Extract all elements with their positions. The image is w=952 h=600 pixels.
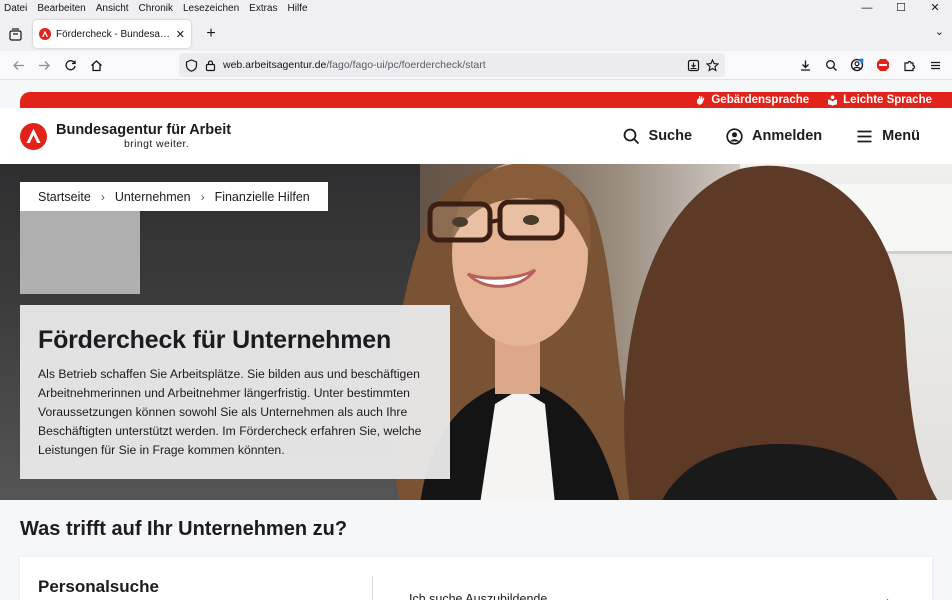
accessibility-bar: Gebärdensprache Leichte Sprache	[20, 92, 952, 108]
section-title: Was trifft auf Ihr Unternehmen zu?	[20, 518, 348, 540]
list-all-tabs-button[interactable]: ⌄	[935, 25, 944, 38]
tab-close-button[interactable]: ✕	[176, 28, 185, 41]
adblock-button[interactable]	[872, 52, 894, 78]
home-icon	[90, 59, 102, 71]
bookmark-star-icon[interactable]	[706, 58, 719, 72]
sign-language-link[interactable]: Gebärdensprache	[695, 94, 809, 106]
zoom-search-button[interactable]	[820, 52, 842, 78]
breadcrumb-item-unternehmen[interactable]: Unternehmen	[115, 190, 191, 204]
reload-icon	[64, 59, 76, 70]
maximize-button[interactable]: ☐	[884, 0, 918, 17]
menu-ansicht[interactable]: Ansicht	[91, 0, 134, 17]
logo-text[interactable]: Bundesagentur für Arbeit bringt weiter.	[56, 122, 231, 150]
account-button[interactable]	[846, 52, 868, 78]
site-header: Bundesagentur für Arbeit bringt weiter. …	[0, 108, 952, 164]
url-host: web.arbeitsagentur.de	[223, 59, 327, 71]
new-tab-button[interactable]: +	[201, 25, 221, 43]
menu-bearbeiten[interactable]: Bearbeiten	[32, 0, 90, 17]
menu-icon	[857, 130, 872, 142]
menu-datei[interactable]: Datei	[0, 0, 32, 17]
page-title: Fördercheck für Unternehmen	[38, 326, 392, 354]
url-text: web.arbeitsagentur.de/fago/fago-ui/pc/fo…	[223, 59, 486, 71]
breadcrumb-separator-icon: ›	[100, 189, 105, 204]
menu-bar: Datei Bearbeiten Ansicht Chronik Lesezei…	[0, 0, 952, 17]
breadcrumb-separator-icon: ›	[200, 189, 205, 204]
breadcrumb-item-finanzielle-hilfen[interactable]: Finanzielle Hilfen	[215, 190, 310, 204]
app-menu-button[interactable]	[924, 52, 946, 78]
magnifier-icon	[825, 59, 837, 71]
menu-extras[interactable]: Extras	[244, 0, 282, 17]
extensions-button[interactable]	[898, 52, 920, 78]
search-button[interactable]: Suche	[623, 128, 693, 145]
toolbar-right	[794, 52, 946, 78]
shield-icon[interactable]	[185, 58, 198, 72]
tab-bar: Fördercheck - Bundesagentur für Arbeit ✕…	[0, 17, 952, 51]
home-button[interactable]	[83, 52, 109, 78]
easy-language-icon	[828, 94, 838, 106]
adblock-plus-icon	[877, 59, 889, 71]
easy-language-label: Leichte Sprache	[843, 94, 932, 106]
download-icon	[800, 60, 810, 71]
search-label: Suche	[648, 128, 693, 144]
puzzle-icon	[903, 60, 915, 71]
search-icon	[623, 128, 639, 144]
login-label: Anmelden	[752, 128, 823, 144]
card-title: Personalsuche	[38, 577, 159, 596]
breadcrumb-item-startseite[interactable]: Startseite	[38, 190, 91, 204]
hero-section: Startseite › Unternehmen › Finanzielle H…	[0, 164, 952, 500]
login-button[interactable]: Anmelden	[726, 127, 823, 145]
tab-title: Fördercheck - Bundesagentur für Arbeit	[56, 28, 172, 40]
navigation-bar: web.arbeitsagentur.de/fago/fago-ui/pc/fo…	[0, 51, 952, 80]
tab-list-icon	[8, 27, 22, 41]
arrow-right-icon[interactable]: →	[878, 590, 892, 600]
minimize-button[interactable]: —	[850, 0, 884, 17]
back-button[interactable]	[5, 52, 31, 78]
downloads-button[interactable]	[794, 52, 816, 78]
reader-download-icon[interactable]	[687, 59, 700, 72]
forward-button[interactable]	[31, 52, 57, 78]
url-path: /fago/fago-ui/pc/foerdercheck/start	[326, 59, 486, 71]
category-card-personalsuche: Personalsuche Ich suche Auszubildende →	[20, 557, 932, 600]
card-divider	[372, 576, 373, 600]
ba-logo-icon[interactable]	[20, 122, 47, 150]
ba-favicon-icon	[39, 28, 51, 40]
sign-language-label: Gebärdensprache	[711, 94, 810, 106]
arrow-right-icon	[38, 60, 50, 70]
hero-card: Fördercheck für Unternehmen Als Betrieb …	[20, 305, 450, 479]
menu-label: Menü	[882, 128, 920, 144]
easy-language-link[interactable]: Leichte Sprache	[827, 94, 932, 106]
logo-title: Bundesagentur für Arbeit	[56, 122, 232, 138]
account-icon	[850, 58, 864, 72]
logo-subtitle: bringt weiter.	[124, 138, 190, 150]
window-controls: — ☐ ✕	[850, 0, 952, 17]
option-auszubildende[interactable]: Ich suche Auszubildende	[409, 592, 547, 600]
breadcrumb: Startseite › Unternehmen › Finanzielle H…	[20, 182, 328, 211]
url-bar[interactable]: web.arbeitsagentur.de/fago/fago-ui/pc/fo…	[179, 53, 725, 77]
user-icon	[726, 127, 743, 145]
web-page: Gebärdensprache Leichte Sprache Bundesag…	[0, 80, 952, 600]
tab-list-button[interactable]	[1, 20, 29, 48]
menu-lesezeichen[interactable]: Lesezeichen	[178, 0, 244, 17]
close-window-button[interactable]: ✕	[918, 0, 952, 17]
tab-foerdercheck[interactable]: Fördercheck - Bundesagentur für Arbeit ✕	[33, 20, 191, 48]
menu-hilfe[interactable]: Hilfe	[283, 0, 313, 17]
hero-description: Als Betrieb schaffen Sie Arbeitsplätze. …	[38, 367, 422, 457]
reload-button[interactable]	[57, 52, 83, 78]
menu-button[interactable]: Menü	[856, 128, 920, 145]
hero-background-board	[20, 204, 140, 294]
arrow-left-icon	[12, 60, 24, 70]
header-actions: Suche Anmelden Menü	[623, 127, 920, 145]
lock-icon[interactable]	[204, 59, 217, 72]
menu-chronik[interactable]: Chronik	[134, 0, 178, 17]
hamburger-icon	[930, 61, 940, 69]
hand-icon	[697, 95, 705, 105]
